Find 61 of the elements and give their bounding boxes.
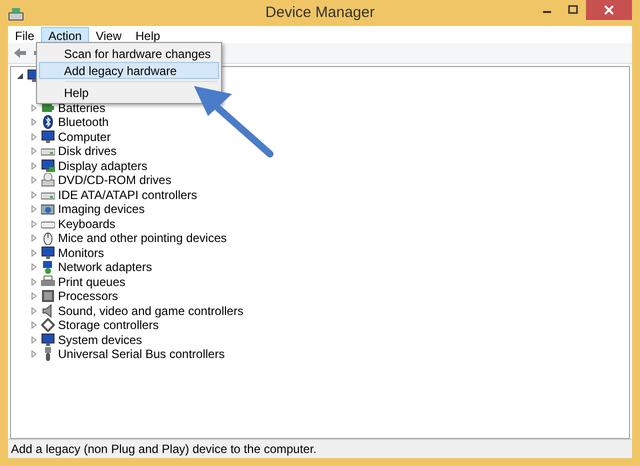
menu-option[interactable]: Help bbox=[39, 84, 98, 101]
expand-icon[interactable] bbox=[29, 276, 39, 287]
expand-icon[interactable] bbox=[29, 160, 39, 171]
tree-item[interactable]: Print queues bbox=[58, 274, 126, 289]
display-device-icon bbox=[41, 158, 55, 173]
camera-device-icon bbox=[41, 202, 55, 216]
window-title: Device Manager bbox=[265, 4, 375, 21]
chip-device-icon bbox=[41, 289, 55, 304]
tree-item[interactable]: System devices bbox=[58, 332, 142, 347]
tree-item[interactable]: Storage controllers bbox=[58, 318, 159, 332]
tree-item[interactable]: IDE ATA/ATAPI controllers bbox=[58, 188, 198, 202]
tree-item[interactable]: Processors bbox=[58, 289, 118, 304]
menu-item[interactable]: Help bbox=[128, 27, 168, 45]
printer-device-icon bbox=[41, 274, 55, 289]
tree-item[interactable]: Display adapters bbox=[58, 158, 148, 173]
tree-item[interactable]: Bluetooth bbox=[58, 115, 109, 130]
expand-icon[interactable] bbox=[29, 175, 39, 186]
expand-icon[interactable] bbox=[29, 233, 39, 244]
computer-device-icon bbox=[41, 130, 55, 144]
dvd-device-icon bbox=[41, 173, 55, 188]
expand-icon[interactable] bbox=[29, 262, 39, 272]
mouse-device-icon bbox=[41, 231, 55, 246]
close-button[interactable] bbox=[586, 0, 632, 20]
expand-icon[interactable] bbox=[29, 218, 39, 229]
expand-icon[interactable] bbox=[29, 334, 39, 345]
tree-item[interactable]: Keyboards bbox=[58, 216, 116, 231]
expand-icon[interactable] bbox=[29, 204, 39, 214]
tree-item[interactable]: Mice and other pointing devices bbox=[58, 231, 227, 246]
menu-item[interactable]: File bbox=[8, 27, 42, 45]
device-manager-icon bbox=[8, 7, 24, 21]
tree-item[interactable]: Computer bbox=[58, 130, 111, 144]
expand-icon[interactable] bbox=[29, 291, 39, 302]
tree-item[interactable]: Monitors bbox=[58, 246, 104, 260]
collapse-icon[interactable] bbox=[15, 71, 25, 82]
status-text: Add a legacy (non Plug and Play) device to the computer. bbox=[11, 442, 317, 456]
back-icon[interactable] bbox=[12, 45, 28, 61]
expand-icon[interactable] bbox=[29, 132, 39, 142]
expand-icon[interactable] bbox=[29, 349, 39, 360]
expand-icon[interactable] bbox=[29, 146, 39, 156]
expand-icon[interactable] bbox=[29, 190, 39, 200]
maximize-icon bbox=[568, 5, 578, 15]
tree-item[interactable]: Disk drives bbox=[58, 144, 117, 158]
tree-item[interactable]: Network adapters bbox=[58, 260, 152, 274]
menu-item[interactable]: View bbox=[88, 27, 128, 45]
expand-icon[interactable] bbox=[29, 102, 39, 113]
expand-icon[interactable] bbox=[29, 117, 39, 128]
computer-device-icon bbox=[41, 332, 55, 347]
expand-icon[interactable] bbox=[29, 248, 39, 258]
menu-option[interactable]: Add legacy hardware bbox=[39, 62, 219, 79]
expand-icon[interactable] bbox=[29, 320, 39, 330]
bluetooth-device-icon bbox=[41, 115, 55, 130]
tree-item[interactable]: Batteries bbox=[58, 100, 106, 115]
tree-item[interactable]: Sound, video and game controllers bbox=[58, 304, 244, 318]
close-icon bbox=[604, 5, 614, 15]
tree-item[interactable]: Universal Serial Bus controllers bbox=[58, 347, 225, 362]
monitor-device-icon bbox=[41, 246, 55, 260]
network-device-icon bbox=[41, 260, 55, 274]
storage-device-icon bbox=[41, 318, 55, 332]
expand-icon[interactable] bbox=[29, 306, 39, 316]
tree-item[interactable]: DVD/CD-ROM drives bbox=[58, 173, 172, 188]
tree-item[interactable]: Imaging devices bbox=[58, 202, 145, 216]
